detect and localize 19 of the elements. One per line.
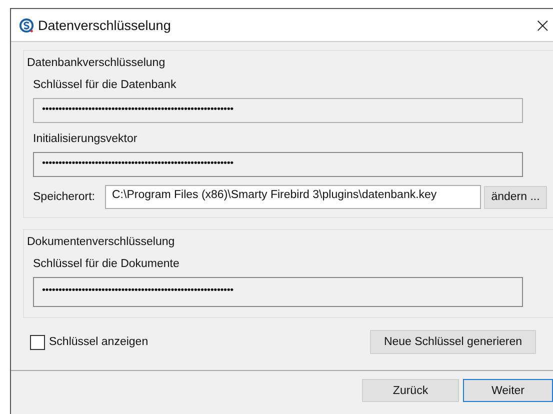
app-logo-icon — [19, 18, 34, 32]
window-title: Datenverschlüsselung — [38, 18, 172, 32]
password-field[interactable]: •••••••••••••••••••••••••••••••••••••••••••••••••••••••••• — [33, 277, 523, 307]
close-button[interactable]: × — [532, 15, 553, 35]
group-title: Dokumentenverschlüsselung — [27, 236, 176, 248]
path-field[interactable]: C:\Program Files (x86)\Smarty Firebird 3\plugins\datenbank.key — [105, 185, 481, 209]
group-title: Datenbankverschlüsselung — [27, 57, 166, 69]
password-field[interactable]: •••••••••••••••••••••••••••••••••••••••••••••••••••••••••• — [33, 152, 523, 177]
checkbox[interactable] — [30, 334, 45, 350]
generate-button[interactable]: Neue Schlüssel generieren — [370, 330, 536, 354]
field-label: Initialisierungsvektor — [33, 133, 138, 145]
password-field[interactable]: •••••••••••••••••••••••••••••••••••••••••••••••••••••••••• — [33, 98, 523, 123]
checkbox-label: Schlüssel anzeigen — [49, 336, 148, 348]
change-button[interactable]: ändern ... — [484, 186, 547, 208]
nav-button[interactable]: Zurück — [362, 379, 459, 402]
field-label: Schlüssel für die Datenbank — [33, 79, 178, 91]
field-label: Schlüssel für die Dokumente — [33, 258, 180, 270]
field-label: Speicherort: — [33, 191, 96, 203]
nav-button[interactable]: Weiter — [463, 379, 553, 402]
